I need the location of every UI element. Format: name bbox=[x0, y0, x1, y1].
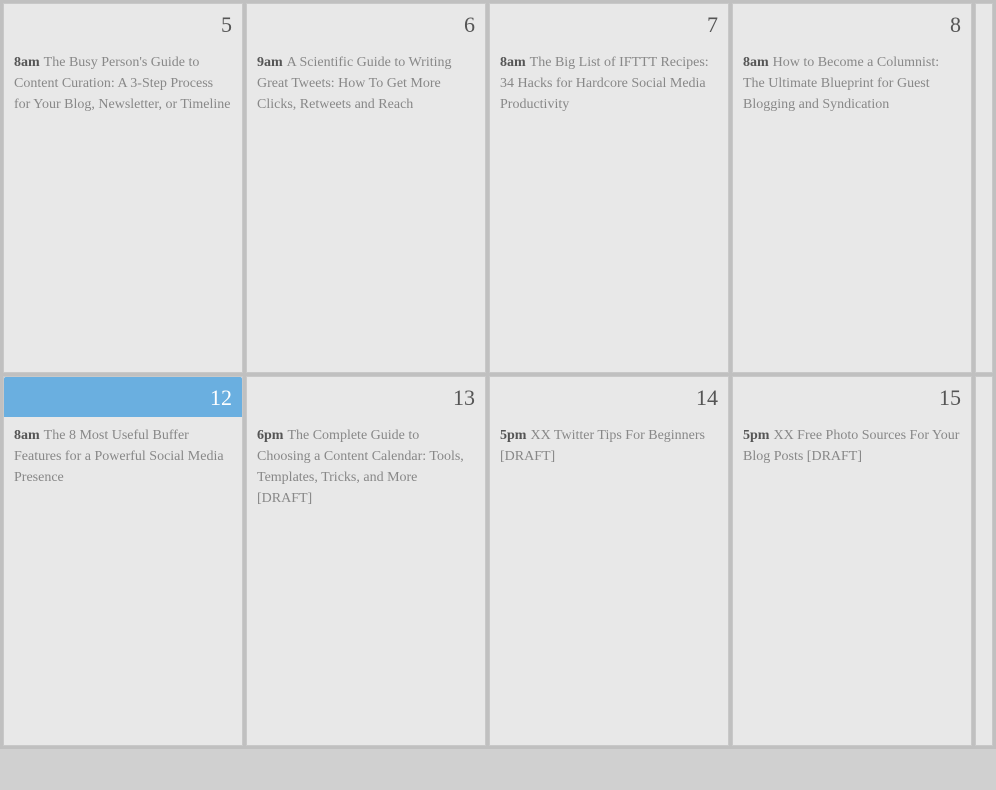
event-title-8: How to Become a Columnist: The Ultimate … bbox=[743, 55, 939, 112]
event-time-7: 8am bbox=[500, 55, 526, 70]
event-title-7: The Big List of IFTTT Recipes: 34 Hacks … bbox=[500, 55, 709, 112]
day-number-6: 6 bbox=[247, 4, 485, 44]
calendar-cell-5[interactable]: 5 8am The Busy Person's Guide to Content… bbox=[3, 3, 243, 373]
event-time-8: 8am bbox=[743, 55, 769, 70]
day-number-8: 8 bbox=[733, 4, 971, 44]
event-time-6: 9am bbox=[257, 55, 283, 70]
cell-content-14: 5pm XX Twitter Tips For Beginners [DRAFT… bbox=[490, 417, 728, 745]
cell-content-8: 8am How to Become a Columnist: The Ultim… bbox=[733, 44, 971, 372]
event-time-12: 8am bbox=[14, 428, 40, 443]
event-title-14: XX Twitter Tips For Beginners [DRAFT] bbox=[500, 428, 705, 464]
event-time-14: 5pm bbox=[500, 428, 526, 443]
event-title-6: A Scientific Guide to Writing Great Twee… bbox=[257, 55, 452, 112]
event-time-15: 5pm bbox=[743, 428, 769, 443]
day-number-15: 15 bbox=[733, 377, 971, 417]
calendar-cell-7[interactable]: 7 8am The Big List of IFTTT Recipes: 34 … bbox=[489, 3, 729, 373]
day-number-13: 13 bbox=[247, 377, 485, 417]
event-title-13: The Complete Guide to Choosing a Content… bbox=[257, 428, 464, 506]
cell-content-6: 9am A Scientific Guide to Writing Great … bbox=[247, 44, 485, 372]
overflow-cell-row2 bbox=[975, 376, 993, 746]
day-number-5: 5 bbox=[4, 4, 242, 44]
event-time-5: 8am bbox=[14, 55, 40, 70]
day-number-12: 12 bbox=[4, 377, 242, 417]
calendar-grid: 5 8am The Busy Person's Guide to Content… bbox=[0, 0, 996, 749]
event-title-5: The Busy Person's Guide to Content Curat… bbox=[14, 55, 230, 112]
day-number-14: 14 bbox=[490, 377, 728, 417]
calendar-cell-14[interactable]: 14 5pm XX Twitter Tips For Beginners [DR… bbox=[489, 376, 729, 746]
day-number-7: 7 bbox=[490, 4, 728, 44]
event-title-15: XX Free Photo Sources For Your Blog Post… bbox=[743, 428, 959, 464]
event-time-13: 6pm bbox=[257, 428, 283, 443]
calendar-cell-15[interactable]: 15 5pm XX Free Photo Sources For Your Bl… bbox=[732, 376, 972, 746]
calendar-cell-13[interactable]: 13 6pm The Complete Guide to Choosing a … bbox=[246, 376, 486, 746]
calendar-cell-6[interactable]: 6 9am A Scientific Guide to Writing Grea… bbox=[246, 3, 486, 373]
cell-content-13: 6pm The Complete Guide to Choosing a Con… bbox=[247, 417, 485, 745]
calendar-cell-12[interactable]: 12 8am The 8 Most Useful Buffer Features… bbox=[3, 376, 243, 746]
cell-content-7: 8am The Big List of IFTTT Recipes: 34 Ha… bbox=[490, 44, 728, 372]
event-title-12: The 8 Most Useful Buffer Features for a … bbox=[14, 428, 224, 485]
overflow-cell-row1 bbox=[975, 3, 993, 373]
cell-content-12: 8am The 8 Most Useful Buffer Features fo… bbox=[4, 417, 242, 745]
cell-content-15: 5pm XX Free Photo Sources For Your Blog … bbox=[733, 417, 971, 745]
calendar-cell-8[interactable]: 8 8am How to Become a Columnist: The Ult… bbox=[732, 3, 972, 373]
cell-content-5: 8am The Busy Person's Guide to Content C… bbox=[4, 44, 242, 372]
